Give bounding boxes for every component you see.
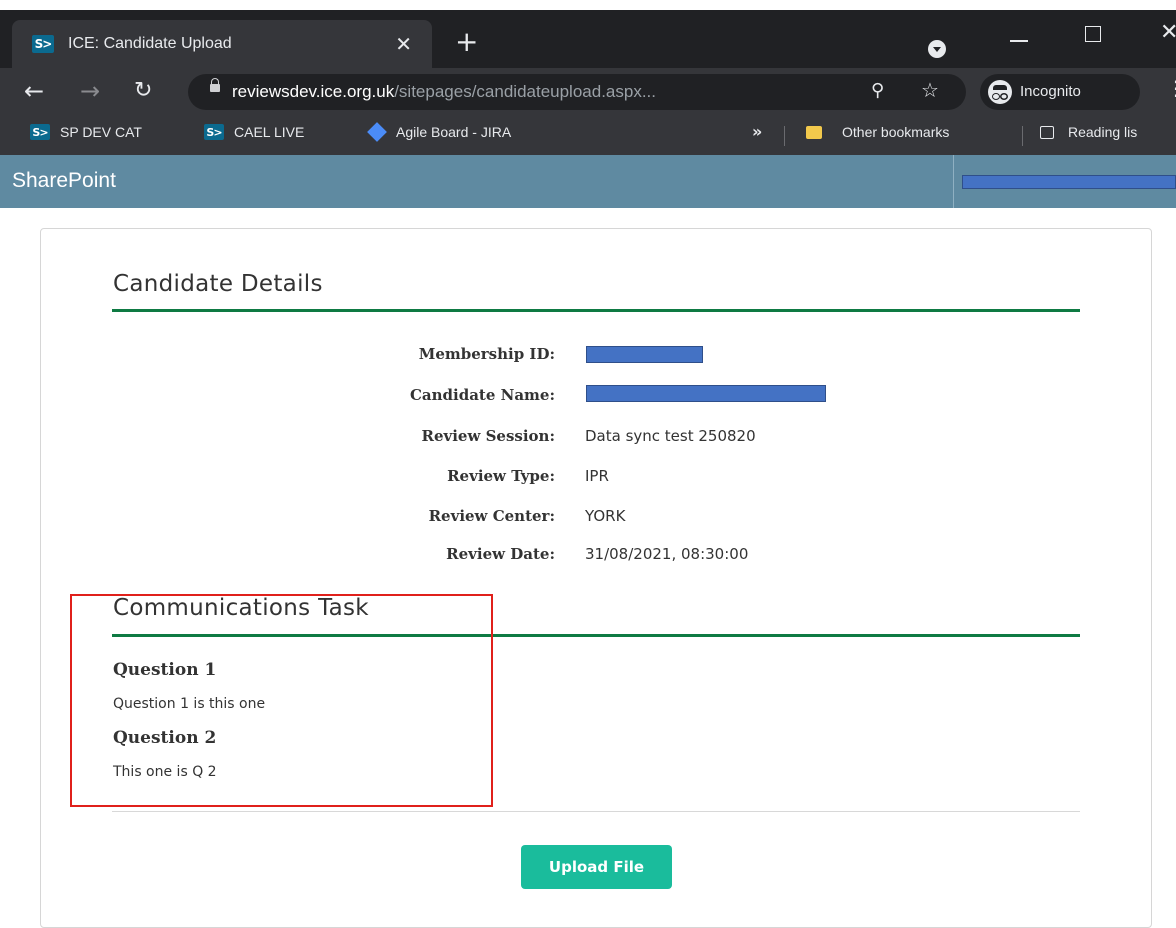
sharepoint-icon: S> xyxy=(204,124,224,140)
other-bookmarks-label: Other bookmarks xyxy=(842,124,950,140)
bookmarks-bar: S> SP DEV CAT S> CAEL LIVE Agile Board -… xyxy=(0,116,1176,155)
redacted-membership-id xyxy=(586,346,703,363)
candidate-name-label: Candidate Name: xyxy=(409,386,555,404)
review-date-value: 31/08/2021, 08:30:00 xyxy=(585,545,749,563)
upload-file-button[interactable]: Upload File xyxy=(521,845,672,889)
suite-bar-divider xyxy=(953,155,954,208)
reading-list-icon xyxy=(1040,125,1054,139)
review-type-value: IPR xyxy=(585,467,609,485)
browser-toolbar: ← → ↻ reviewsdev.ice.org.uk/sitepages/ca… xyxy=(0,68,1176,116)
url-host: reviewsdev.ice.org.uk xyxy=(232,82,395,101)
tab-search-chevron-icon[interactable] xyxy=(928,40,946,58)
footer-divider xyxy=(112,811,1080,812)
lock-icon[interactable] xyxy=(210,78,220,92)
maximize-icon[interactable] xyxy=(1085,26,1101,42)
review-session-value: Data sync test 250820 xyxy=(585,427,756,445)
forward-arrow-icon[interactable]: → xyxy=(80,76,100,106)
reading-list[interactable]: Reading lis xyxy=(1040,124,1137,140)
highlight-annotation-box xyxy=(70,594,493,807)
incognito-badge[interactable]: Incognito xyxy=(980,74,1140,110)
bookmark-divider xyxy=(784,126,785,146)
sharepoint-favicon-icon: S> xyxy=(32,35,54,53)
bookmark-label: SP DEV CAT xyxy=(60,124,142,140)
redacted-candidate-name xyxy=(586,385,826,402)
close-icon[interactable]: ✕ xyxy=(395,32,412,56)
url-path: /sitepages/candidateupload.aspx... xyxy=(394,82,657,101)
bookmark-cael-live[interactable]: S> CAEL LIVE xyxy=(204,124,304,140)
bookmark-agile-board-jira[interactable]: Agile Board - JIRA xyxy=(366,122,512,142)
tab-title: ICE: Candidate Upload xyxy=(68,35,232,52)
candidate-details-heading: Candidate Details xyxy=(113,271,323,297)
zoom-icon[interactable]: ⚲ xyxy=(871,80,884,101)
bookmarks-overflow-icon[interactable]: » xyxy=(752,122,762,141)
new-tab-plus-icon[interactable]: + xyxy=(455,26,478,58)
address-bar[interactable]: reviewsdev.ice.org.uk/sitepages/candidat… xyxy=(188,74,966,110)
redacted-user-name xyxy=(962,175,1176,189)
review-type-label: Review Type: xyxy=(447,467,555,485)
review-date-label: Review Date: xyxy=(446,545,555,563)
sharepoint-title[interactable]: SharePoint xyxy=(12,169,116,193)
top-margin xyxy=(0,0,1176,10)
bookmark-sp-dev-cat[interactable]: S> SP DEV CAT xyxy=(30,124,142,140)
review-center-value: YORK xyxy=(585,507,626,525)
page-margin xyxy=(0,208,6,908)
bookmark-label: CAEL LIVE xyxy=(234,124,305,140)
jira-icon xyxy=(367,122,387,142)
bookmark-divider xyxy=(1022,126,1023,146)
reload-icon[interactable]: ↻ xyxy=(134,76,152,106)
minimize-icon[interactable] xyxy=(1010,40,1028,42)
content-card xyxy=(40,228,1152,928)
other-bookmarks[interactable]: Other bookmarks xyxy=(806,124,949,140)
incognito-label: Incognito xyxy=(1020,83,1081,100)
review-session-label: Review Session: xyxy=(421,427,555,445)
section-divider xyxy=(112,309,1080,312)
incognito-icon xyxy=(988,80,1012,104)
browser-tab[interactable]: S> ICE: Candidate Upload ✕ xyxy=(12,20,432,68)
membership-id-label: Membership ID: xyxy=(418,345,555,363)
star-icon[interactable]: ☆ xyxy=(921,78,939,102)
sharepoint-icon: S> xyxy=(30,124,50,140)
bookmark-label: Agile Board - JIRA xyxy=(396,124,512,140)
back-arrow-icon[interactable]: ← xyxy=(24,76,44,106)
review-center-label: Review Center: xyxy=(428,507,555,525)
url-text[interactable]: reviewsdev.ice.org.uk/sitepages/candidat… xyxy=(232,82,656,102)
reading-list-label: Reading lis xyxy=(1068,124,1138,140)
window-close-icon[interactable]: ✕ xyxy=(1160,20,1176,45)
sharepoint-suite-bar: SharePoint xyxy=(0,155,1176,208)
more-vertical-icon[interactable]: ⋮ xyxy=(1166,76,1176,100)
browser-chrome: S> ICE: Candidate Upload ✕ + ✕ ← → ↻ rev… xyxy=(0,10,1176,155)
folder-icon xyxy=(806,125,822,139)
